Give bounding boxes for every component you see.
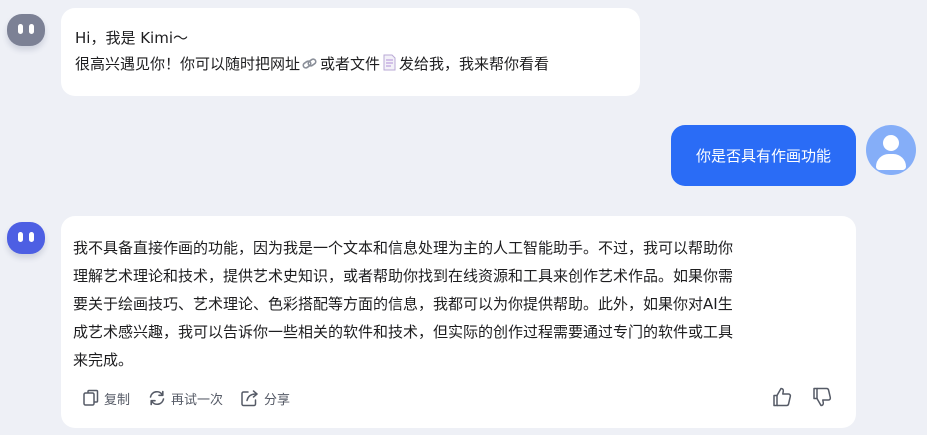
answer-line-1: 我不具备直接作画的功能，因为我是一个文本和信息处理为主的人工智能助手。不过，我可…: [73, 239, 734, 257]
bot-eye-left: [18, 24, 23, 34]
share-label: 分享: [264, 392, 291, 408]
user-avatar-body: [876, 154, 906, 170]
user-message: 你是否具有作画功能: [671, 125, 856, 186]
bot-eye-right: [29, 24, 34, 34]
chat-page: Hi，我是 Kimi～ 很高兴遇见你！你可以随时把网址 或者文件 发给我，我来帮…: [0, 0, 927, 435]
answer-line-2: 理解艺术理论和技术，提供艺术史知识，或者帮助你找到在线资源和工具来创作艺术作品。…: [73, 267, 734, 285]
share-button[interactable]: 分享: [240, 389, 290, 408]
greeting-text-part-1: 很高兴遇见你！你可以随时把网址: [75, 55, 301, 73]
thumbs-up-button[interactable]: [771, 386, 793, 410]
bot-avatar: [6, 10, 46, 50]
thumbs-down-icon: [813, 387, 832, 407]
greeting-text-part-2: 或者文件: [320, 55, 381, 73]
greeting-line-2: 很高兴遇见你！你可以随时把网址 或者文件 发给我，我来帮你看看: [75, 51, 626, 79]
bot-eye-right: [29, 232, 34, 242]
user-message-text: 你是否具有作画功能: [695, 146, 831, 165]
copy-icon: [83, 389, 99, 406]
share-icon: [241, 390, 258, 407]
thumbs-up-icon: [773, 387, 792, 407]
document-emoji-icon: [382, 53, 397, 79]
answer-line-3: 要关于绘画技巧、艺术理论、色彩搭配等方面的信息，我都可以为你提供帮助。此外，如果…: [73, 295, 733, 313]
copy-button[interactable]: 复制: [82, 389, 130, 408]
refresh-icon: [149, 390, 165, 406]
greeting-line-1: Hi，我是 Kimi～: [75, 29, 188, 47]
link-emoji-icon: [302, 53, 318, 79]
retry-label: 再试一次: [171, 392, 224, 408]
greeting-text-part-3: 发给我，我来帮你看看: [399, 55, 550, 73]
bot-eye-left: [18, 232, 23, 242]
retry-button[interactable]: 再试一次: [147, 389, 223, 408]
answer-action-bar: 复制 再试一次 分享: [82, 385, 307, 411]
answer-line-5: 来完成。: [73, 351, 134, 369]
bot-avatar-face: [7, 14, 45, 46]
copy-label: 复制: [104, 392, 131, 408]
greeting-message: Hi，我是 Kimi～ 很高兴遇见你！你可以随时把网址 或者文件 发给我，我来帮…: [61, 8, 640, 96]
answer-line-4: 成艺术感兴趣，我可以告诉你一些相关的软件和技术，但实际的创作过程需要通过专门的软…: [73, 323, 734, 341]
bot-avatar-face-active: [7, 222, 45, 254]
user-avatar-head: [883, 135, 899, 151]
thumbs-down-button[interactable]: [811, 386, 833, 410]
bot-avatar-active: [6, 218, 46, 258]
user-avatar: [866, 125, 916, 175]
